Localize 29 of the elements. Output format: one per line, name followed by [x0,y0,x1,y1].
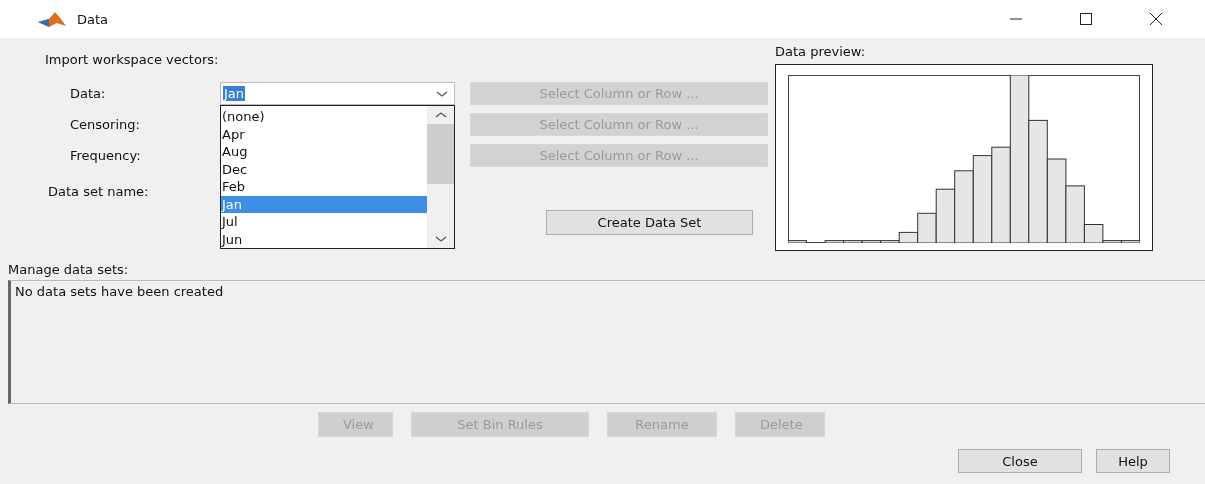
create-data-set-button[interactable]: Create Data Set [546,210,753,235]
section-heading: Manage data sets: [8,262,130,279]
histogram-bar [788,240,807,243]
field-label: Data: [70,85,107,103]
chevron-down-icon [434,235,447,243]
dropdown-option[interactable]: Dec [221,160,427,178]
dialog-button[interactable]: Close [958,449,1082,473]
maximize-icon [1079,12,1093,26]
chevron-down-icon [436,89,448,98]
data-dropdown[interactable]: Jan [220,82,455,105]
field-label: Frequency: [70,147,142,165]
dropdown-option[interactable]: Jul [221,213,427,231]
field-label: Data set name: [48,184,149,201]
dropdown-option[interactable]: (none) [221,108,427,126]
section-heading: Import workspace vectors: [45,52,220,69]
field-label: Censoring: [70,116,141,134]
app-icon [37,10,67,28]
chevron-up-icon [434,111,447,119]
close-icon [1149,12,1163,26]
dialog-button[interactable]: Help [1096,449,1170,473]
scrollbar[interactable] [427,106,454,248]
preview-label: Data preview: [775,44,867,61]
dropdown-option[interactable]: Jun [221,230,427,248]
dropdown-option[interactable]: Feb [221,178,427,196]
dropdown-option[interactable]: Aug [221,143,427,161]
window-title: Data [77,11,109,27]
dropdown-option[interactable]: Apr [221,125,427,143]
scrollbar-thumb[interactable] [427,124,454,184]
empty-message: No data sets have been created [15,284,224,299]
